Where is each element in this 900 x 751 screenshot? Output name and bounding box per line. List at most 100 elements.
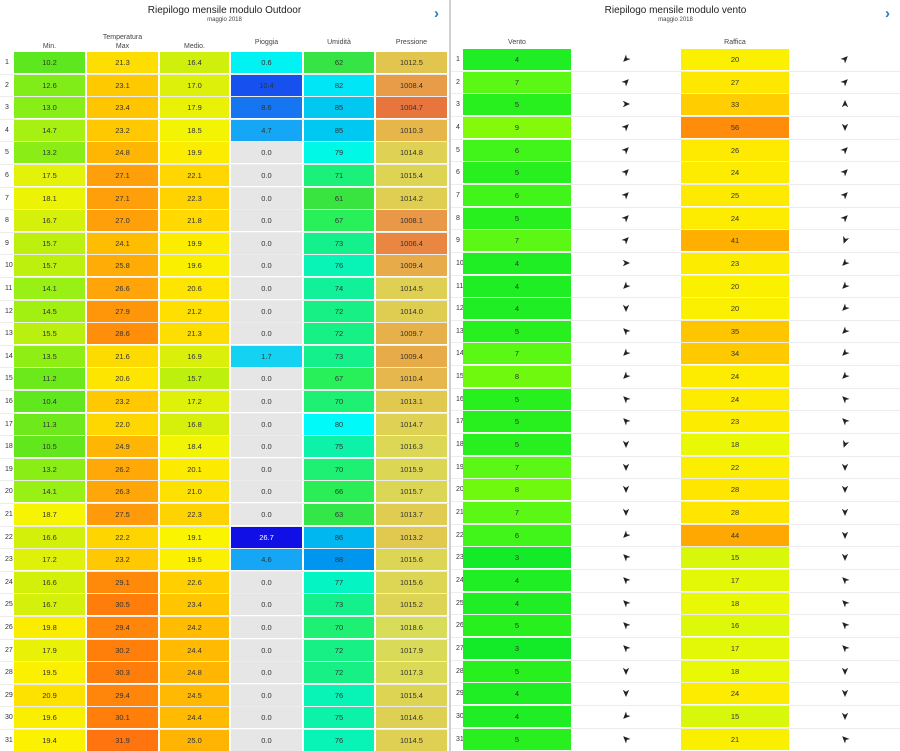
min-temp-cell: 15.7: [14, 232, 85, 254]
row-separator: [0, 480, 449, 482]
min-temp-cell: 13.5: [14, 345, 85, 367]
max-temp-cell: 26.3: [87, 481, 158, 503]
wind-speed-cell: 5: [463, 207, 571, 229]
row-separator: [0, 186, 449, 188]
wind-direction-arrow-icon: [622, 54, 631, 66]
wind-speed-cell: 7: [463, 230, 571, 252]
gust-direction-arrow-icon: [841, 303, 850, 315]
wind-direction-arrow-icon: [622, 576, 631, 587]
wind-speed-cell: 7: [463, 71, 571, 93]
max-temp-cell: 24.1: [87, 232, 158, 254]
min-temp-cell: 13.2: [14, 458, 85, 480]
max-temp-cell: 29.4: [87, 684, 158, 706]
avg-temp-cell: 19.6: [160, 255, 229, 277]
row-day-number: 7: [456, 191, 460, 199]
next-month-chevron-icon[interactable]: ›: [434, 6, 439, 21]
rain-cell: 0.6: [231, 52, 302, 73]
header-gust: Raffica: [724, 39, 746, 46]
pressure-cell: 1014.8: [376, 142, 447, 164]
row-separator: [0, 73, 449, 75]
max-temp-cell: 30.1: [87, 707, 158, 729]
humidity-cell: 67: [304, 368, 374, 390]
wind-speed-cell: 4: [463, 592, 571, 614]
min-temp-cell: 12.6: [14, 74, 85, 96]
row-day-number: 6: [5, 172, 9, 179]
pressure-cell: 1014.0: [376, 300, 447, 322]
avg-temp-cell: 22.3: [160, 187, 229, 209]
avg-temp-cell: 19.9: [160, 232, 229, 254]
row-separator: [451, 183, 900, 185]
wind-gust-cell: 24: [681, 207, 789, 229]
pressure-cell: 1014.6: [376, 707, 447, 729]
row-separator: [451, 523, 900, 525]
row-separator: [0, 706, 449, 708]
gust-direction-arrow-icon: [841, 258, 850, 270]
gust-direction-arrow-icon: [841, 644, 850, 655]
humidity-cell: 76: [304, 255, 374, 277]
row-day-number: 1: [5, 59, 9, 66]
wind-speed-cell: 4: [463, 275, 571, 297]
row-separator: [451, 659, 900, 661]
row-separator: [0, 390, 449, 391]
min-temp-cell: 13.2: [14, 142, 85, 164]
wind-direction-arrow-icon: [621, 214, 630, 225]
wind-speed-cell: 4: [463, 252, 571, 274]
wind-speed-cell: 7: [463, 343, 571, 365]
row-separator: [451, 342, 900, 344]
row-separator: [451, 704, 900, 706]
wind-direction-arrow-icon: [622, 735, 631, 746]
max-temp-cell: 30.2: [87, 639, 158, 661]
row-separator: [451, 614, 900, 616]
humidity-cell: 76: [304, 684, 374, 706]
gust-direction-arrow-icon: [840, 191, 849, 202]
pressure-cell: 1008.1: [376, 210, 447, 232]
wind-direction-arrow-icon: [622, 599, 631, 610]
min-temp-cell: 17.9: [14, 639, 85, 661]
row-day-number: 29: [5, 691, 13, 699]
wind-gust-cell: 18: [681, 592, 789, 614]
wind-speed-cell: 5: [463, 728, 571, 750]
humidity-cell: 85: [304, 97, 374, 119]
wind-speed-cell: 5: [463, 615, 571, 637]
pressure-cell: 1009.4: [376, 255, 447, 277]
rain-cell: 0.0: [231, 662, 302, 684]
wind-speed-cell: 7: [463, 502, 571, 523]
gust-direction-arrow-icon: [841, 100, 849, 111]
header-rain: Pioggia: [254, 39, 279, 46]
row-separator: [0, 457, 449, 459]
min-temp-cell: 16.6: [14, 526, 85, 548]
wind-gust-cell: 28: [681, 479, 789, 501]
row-separator: [0, 503, 449, 504]
max-temp-cell: 27.1: [87, 187, 158, 209]
outdoor-subtitle: maggio 2018: [207, 17, 242, 23]
max-temp-cell: 27.1: [87, 165, 158, 186]
wind-direction-arrow-icon: [622, 440, 630, 451]
gust-direction-arrow-icon: [841, 576, 850, 587]
avg-temp-cell: 23.4: [160, 594, 229, 616]
rain-cell: 8.6: [231, 97, 302, 119]
row-separator: [0, 367, 449, 369]
wind-direction-arrow-icon: [622, 395, 631, 406]
row-day-number: 11: [5, 285, 13, 292]
avg-temp-cell: 22.1: [160, 165, 229, 186]
pressure-cell: 1015.6: [376, 571, 447, 593]
row-separator: [0, 412, 449, 414]
row-separator: [0, 661, 449, 663]
min-temp-cell: 13.0: [14, 97, 85, 119]
wind-speed-cell: 8: [463, 366, 571, 388]
gust-direction-arrow-icon: [841, 371, 850, 383]
humidity-cell: 70: [304, 458, 374, 480]
rain-cell: 0.0: [231, 617, 302, 638]
humidity-cell: 80: [304, 413, 374, 435]
avg-temp-cell: 16.8: [160, 413, 229, 435]
wind-speed-cell: 5: [463, 162, 571, 184]
max-temp-cell: 27.0: [87, 210, 158, 232]
wind-gust-cell: 24: [681, 162, 789, 184]
rain-cell: 0.0: [231, 436, 302, 458]
humidity-cell: 85: [304, 119, 374, 141]
next-month-chevron-icon[interactable]: ›: [885, 6, 890, 21]
row-separator: [451, 319, 900, 321]
gust-direction-arrow-icon: [841, 280, 850, 293]
wind-direction-arrow-icon: [622, 689, 630, 700]
min-temp-cell: 16.6: [14, 571, 85, 593]
